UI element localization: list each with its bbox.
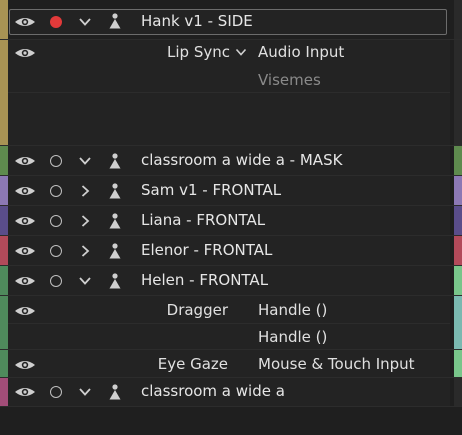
track-name: Elenor - FRONTAL [141, 241, 273, 259]
behavior-row-lip-sync[interactable]: Lip Sync Audio Input Visemes [0, 40, 462, 146]
behavior-row-dragger[interactable]: Dragger Handle () Handle () [0, 296, 462, 350]
track-color-label [0, 296, 8, 349]
record-dot-icon[interactable] [50, 275, 62, 287]
puppet-track-panel: Hank v1 - SIDE Lip Sync Audio Input Vise… [0, 0, 462, 435]
track-color-label [0, 146, 8, 175]
track-name: Hank v1 - SIDE [141, 12, 253, 30]
track-name: classroom a wide a - MASK [141, 151, 343, 169]
chevron-down-icon[interactable] [78, 154, 92, 168]
track-row-liana[interactable]: Liana - FRONTAL [0, 206, 462, 236]
chevron-down-icon[interactable] [78, 385, 92, 399]
puppet-icon [109, 273, 121, 289]
behavior-name: Dragger [166, 301, 228, 319]
track-color-label [0, 176, 8, 205]
record-dot-icon[interactable] [50, 215, 62, 227]
track-name: Helen - FRONTAL [141, 271, 269, 289]
puppet-icon [109, 213, 121, 229]
track-color-label [0, 378, 8, 406]
timeline-bar [454, 206, 462, 235]
track-color-label [0, 0, 8, 39]
track-color-label [0, 236, 8, 265]
track-row-sam[interactable]: Sam v1 - FRONTAL [0, 176, 462, 206]
record-dot-icon[interactable] [50, 245, 62, 257]
behavior-name: Lip Sync [167, 43, 230, 61]
puppet-icon [109, 384, 121, 400]
track-color-label [0, 40, 8, 145]
track-row-elenor[interactable]: Elenor - FRONTAL [0, 236, 462, 266]
puppet-icon [109, 153, 121, 169]
timeline-bar [454, 236, 462, 265]
chevron-right-icon[interactable] [78, 214, 92, 228]
eye-icon[interactable] [14, 15, 36, 29]
eye-icon[interactable] [14, 244, 36, 258]
record-dot-icon[interactable] [50, 16, 62, 28]
eye-icon[interactable] [14, 214, 36, 228]
track-name: classroom a wide a [141, 382, 285, 400]
track-name: Sam v1 - FRONTAL [141, 181, 282, 199]
timeline-edge [454, 40, 462, 145]
handle-parameter[interactable]: Handle () [258, 328, 327, 346]
eye-icon[interactable] [14, 274, 36, 288]
timeline-bar [454, 296, 462, 349]
puppet-icon [109, 183, 121, 199]
audio-input-trigger[interactable]: Audio Input [258, 43, 344, 61]
chevron-down-icon[interactable] [78, 15, 92, 29]
track-row-classroom[interactable]: classroom a wide a [0, 378, 462, 407]
timeline-edge [454, 378, 462, 406]
eye-icon[interactable] [14, 304, 36, 318]
behavior-row-eye-gaze[interactable]: Eye Gaze Mouse & Touch Input [0, 350, 462, 378]
timeline-bar [454, 350, 462, 377]
row-divider [8, 323, 450, 324]
record-dot-icon[interactable] [50, 155, 62, 167]
timeline-bar [454, 266, 462, 295]
track-color-label [0, 206, 8, 235]
eye-icon[interactable] [14, 358, 36, 372]
timeline-bar [454, 146, 462, 175]
track-color-label [0, 266, 8, 295]
visemes-label[interactable]: Visemes [258, 71, 321, 89]
record-dot-icon[interactable] [50, 386, 62, 398]
track-row-hank[interactable]: Hank v1 - SIDE [0, 0, 462, 40]
handle-parameter[interactable]: Handle () [258, 301, 327, 319]
track-color-label [0, 350, 8, 377]
track-row-helen[interactable]: Helen - FRONTAL [0, 266, 462, 296]
chevron-right-icon[interactable] [78, 244, 92, 258]
eye-icon[interactable] [14, 46, 36, 60]
timeline-bar [454, 176, 462, 205]
eye-icon[interactable] [14, 184, 36, 198]
puppet-icon [109, 243, 121, 259]
behavior-name: Eye Gaze [157, 355, 228, 373]
record-dot-icon[interactable] [50, 185, 62, 197]
chevron-down-icon[interactable] [235, 46, 247, 58]
puppet-icon [109, 13, 121, 29]
track-name: Liana - FRONTAL [141, 211, 266, 229]
timeline-edge [454, 0, 462, 39]
row-divider [8, 92, 450, 93]
eye-icon[interactable] [14, 385, 36, 399]
mouse-touch-input-trigger[interactable]: Mouse & Touch Input [258, 355, 415, 373]
eye-icon[interactable] [14, 154, 36, 168]
chevron-right-icon[interactable] [78, 184, 92, 198]
track-row-classroom-mask[interactable]: classroom a wide a - MASK [0, 146, 462, 176]
chevron-down-icon[interactable] [78, 274, 92, 288]
